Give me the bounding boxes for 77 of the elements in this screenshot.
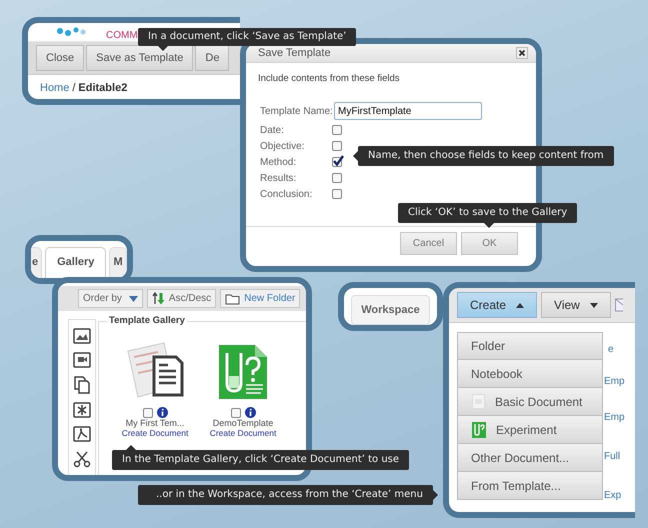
asterisk-icon[interactable] <box>73 402 91 418</box>
group-title: Template Gallery <box>107 315 187 326</box>
menu-item[interactable]: Basic Document <box>457 388 603 416</box>
list-link[interactable]: Exp <box>604 490 622 501</box>
caret-icon <box>516 302 524 308</box>
image-icon[interactable] <box>73 328 91 344</box>
toolbar-button[interactable]: De <box>195 45 230 71</box>
caret-icon <box>590 302 598 308</box>
dialog-button[interactable]: OK <box>461 232 518 255</box>
pdf-icon[interactable] <box>73 426 91 442</box>
template-name: My First Tem... <box>126 418 184 428</box>
tooltip: In the Template Gallery, click ‘Create Document’ to use <box>112 450 410 470</box>
tab[interactable]: e <box>31 247 42 278</box>
template-name-field[interactable]: MyFirstTemplate <box>334 102 482 120</box>
checkbox[interactable] <box>332 157 342 167</box>
experiment-template-icon[interactable] <box>217 343 269 401</box>
breadcrumb-link[interactable]: Home <box>40 82 70 94</box>
video-icon[interactable] <box>73 352 91 368</box>
info-icon[interactable] <box>156 407 168 418</box>
order-by-dropdown[interactable]: Order by <box>78 289 143 308</box>
tooltip: Name, then choose fields to keep content from <box>358 146 614 166</box>
tooltip-pointer <box>158 46 168 51</box>
toolbar-button[interactable]: Save as Template <box>86 45 194 71</box>
toolbar-button[interactable]: Close <box>36 45 84 71</box>
dialog-intro: Include contents from these fields <box>257 72 401 86</box>
menu-item[interactable]: Other Document... <box>457 444 603 472</box>
create-document-link[interactable]: Create Document <box>122 428 188 438</box>
menu-button[interactable]: View <box>541 292 611 318</box>
tooltip: Click ‘OK’ to save to the Gallery <box>398 203 578 223</box>
logo-icon <box>56 27 86 37</box>
list-link[interactable]: Emp <box>604 376 625 387</box>
caret-icon <box>128 296 138 302</box>
menu-button[interactable]: Create <box>457 292 538 318</box>
menu-item[interactable]: Experiment <box>457 416 603 444</box>
list-link[interactable]: e <box>608 344 614 355</box>
info-icon[interactable] <box>244 407 256 418</box>
sort-icon <box>152 292 166 305</box>
breadcrumb-current: Editable2 <box>78 82 128 94</box>
breadcrumb-separator: / <box>72 82 76 94</box>
checkbox[interactable] <box>332 173 342 183</box>
sort-button[interactable]: Asc/Desc <box>146 289 216 308</box>
list-link[interactable]: Full <box>604 451 620 462</box>
experiment-icon <box>472 422 486 438</box>
new-folder-button[interactable]: New Folder <box>220 289 300 308</box>
field-label: Date: <box>260 124 285 136</box>
menu-item[interactable]: Notebook <box>457 360 603 388</box>
checkbox[interactable] <box>142 408 152 418</box>
tooltip: In a document, click ‘Save as Template’ <box>138 28 356 46</box>
logo-text: COMM <box>106 30 138 40</box>
scissors-icon[interactable] <box>73 450 91 468</box>
field-label: Method: <box>260 156 298 168</box>
dialog-button[interactable]: Cancel <box>400 232 457 255</box>
tooltip-pointer <box>353 151 358 161</box>
field-label: Objective: <box>260 140 306 152</box>
menu-item[interactable]: Folder <box>457 332 603 360</box>
template-name: DemoTemplate <box>212 418 274 428</box>
checkbox[interactable] <box>332 125 342 135</box>
dialog-title: Save Template <box>258 47 331 59</box>
tooltip-pointer <box>484 223 494 228</box>
tooltip-pointer <box>126 445 136 450</box>
close-icon[interactable] <box>516 47 528 59</box>
documents-icon[interactable] <box>73 376 91 394</box>
tooltip: ..or in the Workspace, access from the ‘Create’ menu <box>138 485 433 505</box>
checkbox[interactable] <box>332 189 342 199</box>
tooltip-pointer <box>432 490 438 500</box>
create-document-link[interactable]: Create Document <box>210 428 276 438</box>
field-label: Conclusion: <box>260 188 314 200</box>
list-link[interactable]: Emp <box>604 412 625 423</box>
menu-item[interactable]: From Template... <box>457 472 603 500</box>
checkbox[interactable] <box>332 141 342 151</box>
checkbox[interactable] <box>230 408 240 418</box>
tab[interactable]: M <box>109 247 127 278</box>
folder-icon <box>225 292 242 304</box>
workspace-tab[interactable]: Workspace <box>351 295 430 325</box>
field-label: Results: <box>260 172 298 184</box>
tab[interactable]: Gallery <box>45 247 106 278</box>
field-label: Template Name: <box>260 106 332 116</box>
